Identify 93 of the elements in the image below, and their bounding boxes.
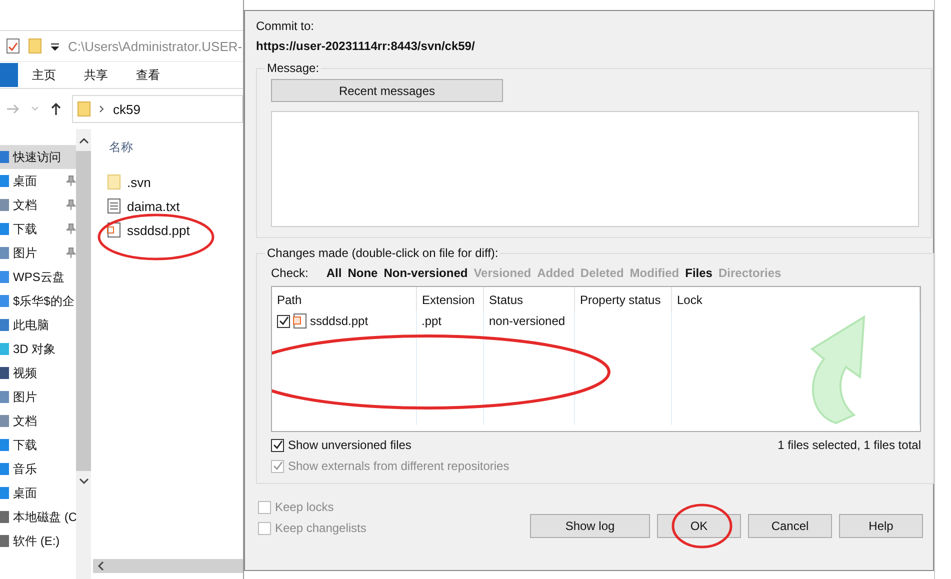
presentation-file-icon bbox=[293, 313, 307, 329]
window-title: C:\Users\Administrator.USER- bbox=[68, 38, 242, 54]
nav-item[interactable]: 下载 bbox=[0, 217, 76, 241]
nav-item[interactable]: 桌面 bbox=[0, 169, 76, 193]
nav-icon bbox=[0, 343, 9, 355]
nav-icon bbox=[0, 319, 9, 331]
dropdown-icon[interactable] bbox=[50, 41, 60, 51]
message-field[interactable] bbox=[271, 111, 919, 227]
file-item[interactable]: ssddsd.ppt bbox=[107, 220, 243, 240]
nav-item[interactable]: 快速访问 bbox=[0, 145, 76, 169]
pin-icon[interactable] bbox=[66, 223, 76, 235]
recent-messages-button[interactable]: Recent messages bbox=[271, 79, 503, 102]
column-header[interactable]: Path bbox=[272, 287, 416, 311]
text-file-icon bbox=[107, 198, 121, 214]
ribbon-tab[interactable]: 共享 bbox=[70, 66, 122, 84]
nav-item[interactable]: $乐华$的企 bbox=[0, 289, 76, 313]
row-checkbox[interactable] bbox=[277, 314, 290, 328]
check-label: Check: bbox=[271, 266, 308, 280]
nav-icon bbox=[0, 463, 9, 475]
nav-item[interactable]: 此电脑 bbox=[0, 313, 76, 337]
properties-icon[interactable] bbox=[6, 38, 20, 54]
pin-icon[interactable] bbox=[66, 247, 76, 259]
nav-icon bbox=[0, 391, 9, 403]
address-bar[interactable]: ck59 bbox=[72, 95, 243, 123]
nav-item[interactable]: 桌面 bbox=[0, 481, 76, 505]
up-arrow-icon[interactable] bbox=[50, 102, 62, 116]
ribbon-tab[interactable]: 查看 bbox=[122, 66, 174, 84]
nav-icon bbox=[0, 271, 9, 283]
commit-label: Commit to: bbox=[256, 19, 316, 33]
dialog-button[interactable]: Help bbox=[839, 514, 923, 538]
group-title: Message: bbox=[266, 61, 320, 75]
nav-icon bbox=[0, 247, 9, 259]
nav-item[interactable]: 下载 bbox=[0, 433, 76, 457]
nav-item[interactable]: 软件 (E:) bbox=[0, 529, 76, 553]
nav-item[interactable]: 3D 对象 bbox=[0, 337, 76, 361]
annotation-ellipse bbox=[670, 502, 734, 550]
filter-link[interactable]: All bbox=[326, 266, 342, 280]
nav-item[interactable]: 图片 bbox=[0, 241, 76, 265]
forward-arrow-icon[interactable] bbox=[6, 103, 20, 115]
nav-icon bbox=[0, 511, 9, 523]
scrollbar[interactable] bbox=[76, 129, 91, 579]
dialog-button[interactable]: Show log bbox=[530, 514, 650, 538]
column-header[interactable]: Property status bbox=[574, 287, 672, 311]
column-header[interactable]: 名称 bbox=[109, 139, 243, 156]
column-header[interactable]: Extension bbox=[416, 287, 484, 311]
pin-icon[interactable] bbox=[66, 175, 76, 187]
pin-icon[interactable] bbox=[66, 199, 76, 211]
ribbon-tab[interactable]: 主页 bbox=[18, 66, 70, 84]
chevron-up-icon[interactable] bbox=[78, 137, 88, 145]
checkbox-square[interactable] bbox=[271, 438, 284, 452]
filter-link[interactable]: Files bbox=[685, 266, 712, 280]
nav-icon bbox=[0, 415, 9, 427]
column-header[interactable]: Status bbox=[484, 287, 574, 311]
nav-icon bbox=[0, 487, 9, 499]
file-item[interactable]: .svn bbox=[107, 172, 243, 192]
nav-icon bbox=[0, 439, 9, 451]
filter-link[interactable]: None bbox=[348, 266, 378, 280]
folder-icon bbox=[107, 174, 121, 190]
nav-item[interactable]: 文档 bbox=[0, 193, 76, 217]
file-item[interactable]: daima.txt bbox=[107, 196, 243, 216]
presentation-file-icon bbox=[107, 222, 121, 238]
selection-summary: 1 files selected, 1 files total bbox=[778, 438, 921, 454]
column-header[interactable]: Lock bbox=[672, 287, 920, 311]
group-title: Changes made (double-click on file for diff): bbox=[266, 246, 500, 260]
dialog-button[interactable]: OK bbox=[657, 514, 741, 538]
commit-url: https://user-20231114rr:8443/svn/ck59/ bbox=[256, 39, 476, 53]
nav-icon bbox=[0, 223, 9, 235]
nav-icon bbox=[0, 175, 9, 187]
checkmark-icon bbox=[272, 461, 282, 471]
dialog-button[interactable]: Cancel bbox=[748, 514, 832, 538]
nav-icon bbox=[0, 151, 9, 163]
checkmark-icon bbox=[272, 440, 282, 450]
nav-icon bbox=[0, 295, 9, 307]
folder-icon bbox=[77, 101, 91, 117]
checkbox[interactable]: Show unversioned files bbox=[271, 438, 510, 452]
nav-item[interactable]: 图片 bbox=[0, 385, 76, 409]
chevron-left-icon[interactable] bbox=[97, 561, 105, 571]
table-cell: ssddsd.ppt bbox=[310, 314, 368, 328]
folder-icon[interactable] bbox=[28, 38, 42, 54]
table-cell: non-versioned bbox=[489, 314, 566, 328]
nav-icon bbox=[0, 199, 9, 211]
nav-icon bbox=[0, 367, 9, 379]
table-cell: .ppt bbox=[422, 314, 442, 328]
nav-item[interactable]: WPS云盘 bbox=[0, 265, 76, 289]
nav-item[interactable]: 文档 bbox=[0, 409, 76, 433]
nav-icon bbox=[0, 535, 9, 547]
chevron-down-icon[interactable] bbox=[78, 477, 88, 485]
breadcrumb[interactable]: ck59 bbox=[113, 102, 140, 116]
filter-link[interactable]: Non-versioned bbox=[384, 266, 468, 280]
scrollbar[interactable] bbox=[93, 559, 243, 573]
nav-item[interactable]: 音乐 bbox=[0, 457, 76, 481]
chevron-right-icon bbox=[99, 105, 105, 113]
nav-item[interactable]: 视频 bbox=[0, 361, 76, 385]
